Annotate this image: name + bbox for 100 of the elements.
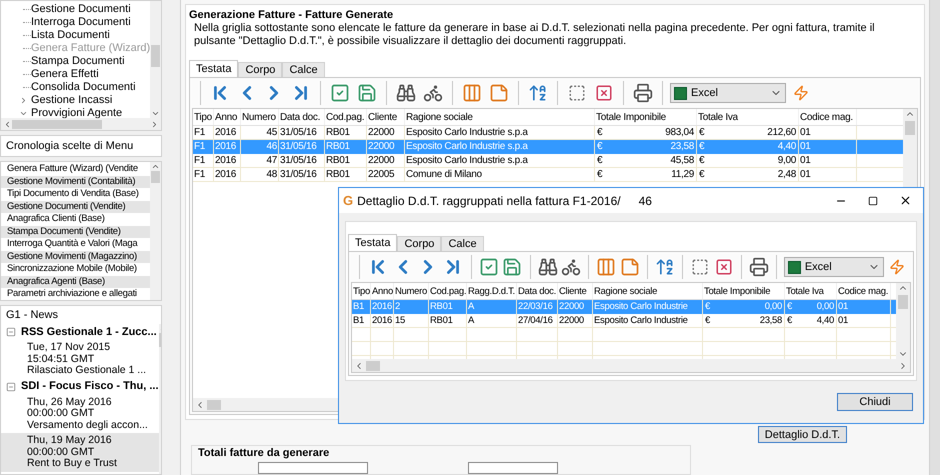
export-format-dropdown[interactable]: Excel xyxy=(784,257,884,277)
column-header[interactable]: Cod.pag. xyxy=(325,109,367,125)
close-icon[interactable] xyxy=(898,194,912,207)
tab[interactable]: Testata xyxy=(348,234,398,251)
column-header[interactable]: Anno xyxy=(214,109,241,125)
column-header[interactable]: Numero xyxy=(394,283,429,299)
print-icon[interactable] xyxy=(631,81,655,105)
scroll-thumb[interactable] xyxy=(898,295,908,309)
close-dialog-button[interactable]: Chiudi xyxy=(837,393,913,411)
scroll-thumb[interactable] xyxy=(905,121,915,135)
feed-title[interactable]: SDI - Focus Fisco - Thu, ... xyxy=(21,378,159,395)
table-row[interactable]: F1 2016 48 31/05/16 RB01 22005 Comune di Milano € 11,29 € 2,48 01 xyxy=(193,168,903,182)
news-item[interactable]: Thu, 26 May 2016 00:00:00 GMT Versamento degli accon... xyxy=(1,394,159,433)
history-item[interactable]: Tipi Documento di Vendita (Base) xyxy=(1,188,150,200)
history-item[interactable]: Gestione Movimenti (Contabilità) xyxy=(1,176,150,188)
input-field[interactable] xyxy=(258,462,368,474)
column-header[interactable]: Data doc. xyxy=(517,283,558,299)
column-header[interactable]: Data doc. xyxy=(279,109,325,125)
tree-item[interactable]: Gestione Incassi xyxy=(31,94,112,107)
tree-item[interactable]: Lista Documenti xyxy=(31,29,110,42)
history-item[interactable]: Anagrafica Clienti (Base) xyxy=(1,213,150,226)
amount: 45,58 xyxy=(670,154,694,167)
history-item[interactable]: Gestione Documenti (Vendite) xyxy=(1,200,150,213)
currency-symbol: € xyxy=(597,126,603,139)
description: Nella griglia sottostante sono elencate le fatture da generare in base ai D.d.T. selezionati nella pagina precedente. Per ogni fattura, tramite il pulsante "Dettaglio D.d.T.", è possibile visualizzare il dettaglio dei documenti raggruppati. xyxy=(193,22,876,48)
column-header[interactable]: Tipo xyxy=(352,283,371,299)
column-header[interactable]: Totale Imponibile xyxy=(703,283,785,299)
tab[interactable]: Calce xyxy=(282,62,325,77)
column-header[interactable]: Cod.pag. xyxy=(429,283,467,299)
news-line: Rilasciato Gestionale 1 ... xyxy=(27,365,148,376)
column-header[interactable]: Ragione sociale xyxy=(593,283,703,299)
horizontal-scrollbar[interactable] xyxy=(352,359,910,372)
tree-item[interactable]: Interroga Documenti xyxy=(31,16,131,29)
table-cell: 47 xyxy=(241,154,279,167)
horizontal-scrollbar[interactable] xyxy=(1,118,161,130)
table-cell: RB01 xyxy=(429,300,467,314)
history-item[interactable]: Stampa Documenti (Vendite) xyxy=(1,226,150,238)
history-item[interactable]: Gestione Movimenti (Magazzino) xyxy=(1,250,150,263)
scroll-thumb[interactable] xyxy=(207,400,221,410)
tab[interactable]: Calce xyxy=(441,236,484,251)
news-item[interactable]: Thu, 19 May 2016 00:00:00 GMT Rent to Buy e Trust xyxy=(1,433,159,472)
table-cell: RB01 xyxy=(429,314,467,327)
news-line: Rent to Buy e Trust xyxy=(27,458,118,470)
news-item[interactable]: Tue, 17 Nov 2015 15:04:51 GMT Rilasciato Gestionale 1 ... xyxy=(1,340,159,378)
scroll-thumb[interactable] xyxy=(151,171,160,183)
vertical-scrollbar[interactable] xyxy=(896,283,910,359)
scroll-right-icon[interactable] xyxy=(150,120,159,128)
column-header[interactable]: Totale Iva xyxy=(697,109,799,125)
column-header[interactable]: Ragione sociale xyxy=(405,109,595,125)
table-cell: 01 xyxy=(837,300,891,314)
tree-item[interactable]: Provvigioni Agente xyxy=(31,107,122,120)
history-item[interactable]: Genera Fatture (Wizard) (Vendite xyxy=(1,163,150,176)
table-cell: 31/05/16 xyxy=(279,154,325,167)
currency-symbol: € xyxy=(597,168,603,181)
table-cell: 31/05/16 xyxy=(279,126,325,139)
column-header[interactable]: Codice mag. xyxy=(837,283,891,299)
history-item[interactable]: Sincronizzazione Mobile (Mobile) xyxy=(1,263,150,276)
column-header[interactable]: Totale Iva xyxy=(785,283,837,299)
column-header[interactable]: Cliente xyxy=(367,109,405,125)
detail-button[interactable]: Dettaglio D.d.T. xyxy=(758,426,847,443)
column-header[interactable]: Tipo xyxy=(193,109,214,125)
scroll-up-icon[interactable] xyxy=(151,162,160,171)
vertical-scrollbar[interactable] xyxy=(150,162,161,300)
maximize-icon[interactable] xyxy=(868,196,878,206)
feed-title[interactable]: RSS Gestionale 1 - Zucc... xyxy=(21,324,157,340)
scroll-down-icon[interactable] xyxy=(151,109,160,118)
scroll-thumb[interactable] xyxy=(12,120,102,128)
column-header[interactable]: Cliente xyxy=(558,283,593,299)
spreadsheet-icon xyxy=(788,260,801,274)
history-item[interactable]: Parametri archiviazione e allegati xyxy=(1,288,150,300)
news-line: 00:00:00 GMT xyxy=(27,408,96,420)
table-cell: 01 xyxy=(799,140,857,154)
tree-item[interactable]: Stampa Documenti xyxy=(31,55,125,68)
tab[interactable]: Corpo xyxy=(238,62,282,77)
history-item[interactable]: Anagrafica Agenti (Base) xyxy=(1,276,150,288)
scroll-left-icon[interactable] xyxy=(3,120,12,128)
tree-item[interactable]: Gestione Documenti xyxy=(31,3,131,16)
export-format-dropdown[interactable]: Excel xyxy=(670,83,786,103)
column-header[interactable]: Numero xyxy=(241,109,279,125)
column-header[interactable]: Totale Imponibile xyxy=(595,109,697,125)
tab[interactable]: Corpo xyxy=(397,236,442,251)
table-row[interactable]: B1 2016 15 RB01 A 27/04/16 22000 Esposito Carlo Industrie € 23,58 € 4,40 01 xyxy=(352,314,896,328)
vertical-scrollbar[interactable] xyxy=(150,1,161,118)
tree-item[interactable]: Consolida Documenti xyxy=(31,81,136,94)
tree-item[interactable]: Genera Effetti xyxy=(31,68,99,81)
input-field[interactable] xyxy=(468,462,558,474)
scroll-thumb[interactable] xyxy=(366,360,380,370)
scroll-thumb[interactable] xyxy=(151,45,160,67)
history-header: Cronologia scelte di Menu xyxy=(0,135,162,157)
column-header[interactable]: Ragg.D.d.T. xyxy=(467,283,517,299)
print-icon[interactable] xyxy=(748,255,769,279)
history-item[interactable]: Interroga Quantità e Valori (Maga xyxy=(1,238,150,250)
column-header[interactable]: Codice mag. xyxy=(799,109,857,125)
currency-symbol: € xyxy=(699,168,705,181)
tab[interactable]: Testata xyxy=(189,60,238,77)
amount: 0,00 xyxy=(764,300,782,314)
table-row[interactable]: F1 2016 47 31/05/16 RB01 22000 Esposito Carlo Industrie s.p.a € 45,58 € 9,00 01 xyxy=(193,154,903,168)
table-cell: 22000 xyxy=(558,314,593,327)
column-header[interactable]: Anno xyxy=(371,283,394,299)
table-cell: RB01 xyxy=(325,168,367,181)
